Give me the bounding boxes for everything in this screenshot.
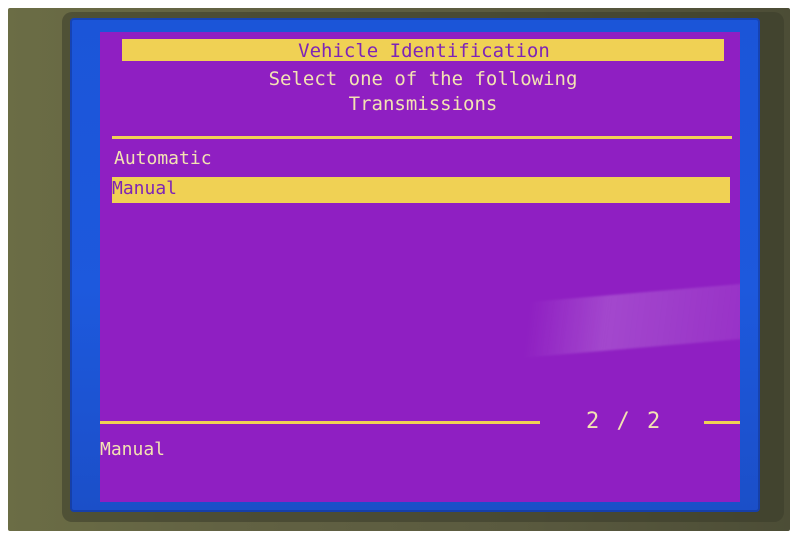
option-manual[interactable]: Manual: [112, 177, 730, 203]
option-automatic[interactable]: Automatic: [114, 150, 212, 168]
selected-status: Manual: [100, 439, 166, 460]
footer-divider-left: [100, 421, 540, 424]
device-screen: Vehicle Identification Select one of the…: [100, 32, 740, 502]
footer-divider-right: [704, 421, 740, 424]
page-indicator: 2 / 2: [586, 409, 663, 434]
